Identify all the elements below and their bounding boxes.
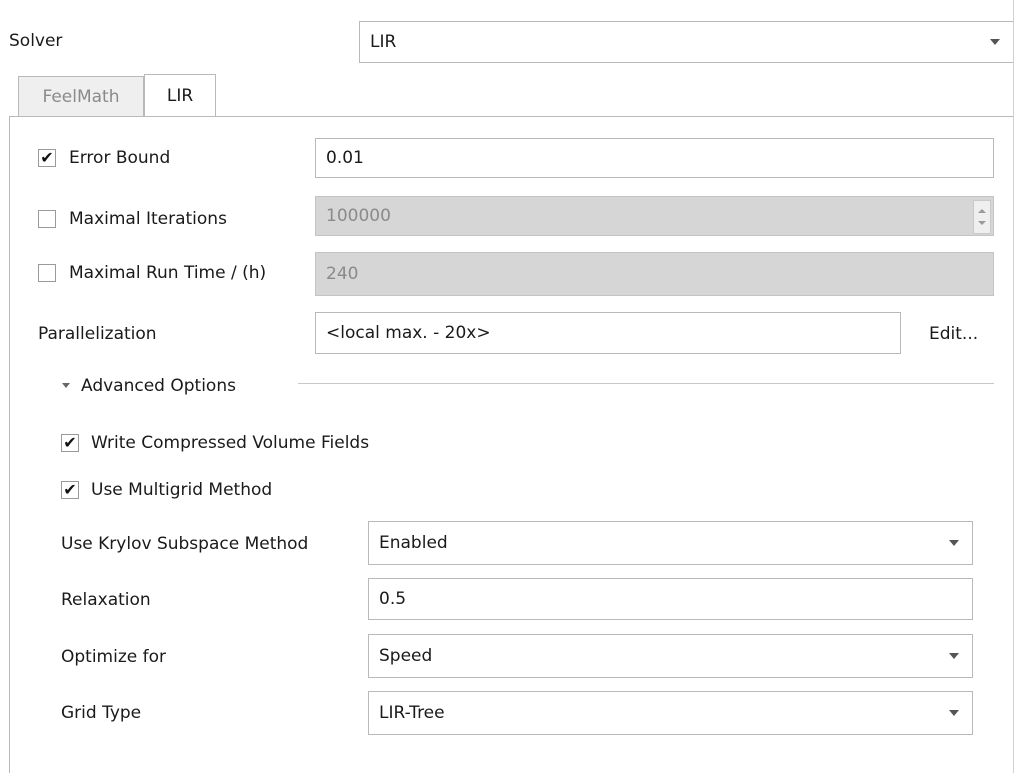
relaxation-value: 0.5 [379,589,407,609]
chevron-down-icon [949,710,959,716]
parallelization-input[interactable]: <local max. - 20x> [315,312,901,354]
spin-down-icon [978,221,986,225]
spin-up-icon [978,209,986,213]
max-runtime-checkbox[interactable] [38,264,56,282]
multigrid-label: Use Multigrid Method [91,480,273,500]
solver-select[interactable]: LIR [359,21,1014,63]
write-compressed-label: Write Compressed Volume Fields [91,433,370,453]
advanced-options-divider [298,383,994,384]
max-runtime-label: Maximal Run Time / (h) [69,263,267,283]
chevron-down-icon [949,653,959,659]
tab-feelmath-label: FeelMath [42,86,120,107]
advanced-options-toggle[interactable]: Advanced Options [81,376,236,396]
chevron-down-icon [949,540,959,546]
max-iterations-checkbox[interactable] [38,210,56,228]
error-bound-label: Error Bound [69,148,171,168]
grid-type-select-value: LIR-Tree [379,703,445,723]
grid-type-select[interactable]: LIR-Tree [368,691,973,735]
grid-type-label: Grid Type [61,703,142,723]
triangle-down-icon[interactable] [62,383,70,388]
solver-label: Solver [9,31,63,51]
parallelization-label: Parallelization [38,324,157,344]
relaxation-label: Relaxation [61,590,151,610]
optimize-label: Optimize for [61,647,167,667]
error-bound-value: 0.01 [326,148,364,168]
error-bound-input[interactable]: 0.01 [315,138,994,178]
optimize-select-value: Speed [379,646,433,666]
parallelization-edit-button[interactable]: Edit... [929,324,978,344]
spin-arrows-icon[interactable] [973,200,991,234]
max-iterations-label: Maximal Iterations [69,209,227,229]
check-icon: ✔ [63,433,77,452]
chevron-down-icon [990,39,1000,45]
multigrid-checkbox[interactable]: ✔ [61,481,79,499]
tab-lir[interactable]: LIR [144,74,216,116]
max-iterations-stepper[interactable]: 100000 [315,196,994,236]
max-runtime-input[interactable]: 240 [315,252,994,296]
write-compressed-checkbox[interactable]: ✔ [61,434,79,452]
tab-feelmath[interactable]: FeelMath [18,76,144,116]
parallelization-value: <local max. - 20x> [326,323,491,343]
max-runtime-value: 240 [326,264,359,284]
solver-select-value: LIR [370,32,397,52]
error-bound-checkbox[interactable]: ✔ [38,149,56,167]
relaxation-input[interactable]: 0.5 [368,578,973,620]
check-icon: ✔ [63,480,77,499]
krylov-label: Use Krylov Subspace Method [61,534,309,554]
optimize-select[interactable]: Speed [368,634,973,678]
check-icon: ✔ [40,148,54,167]
krylov-select[interactable]: Enabled [368,521,973,565]
tab-lir-label: LIR [166,85,194,106]
max-iterations-value: 100000 [326,206,391,226]
krylov-select-value: Enabled [379,533,448,553]
